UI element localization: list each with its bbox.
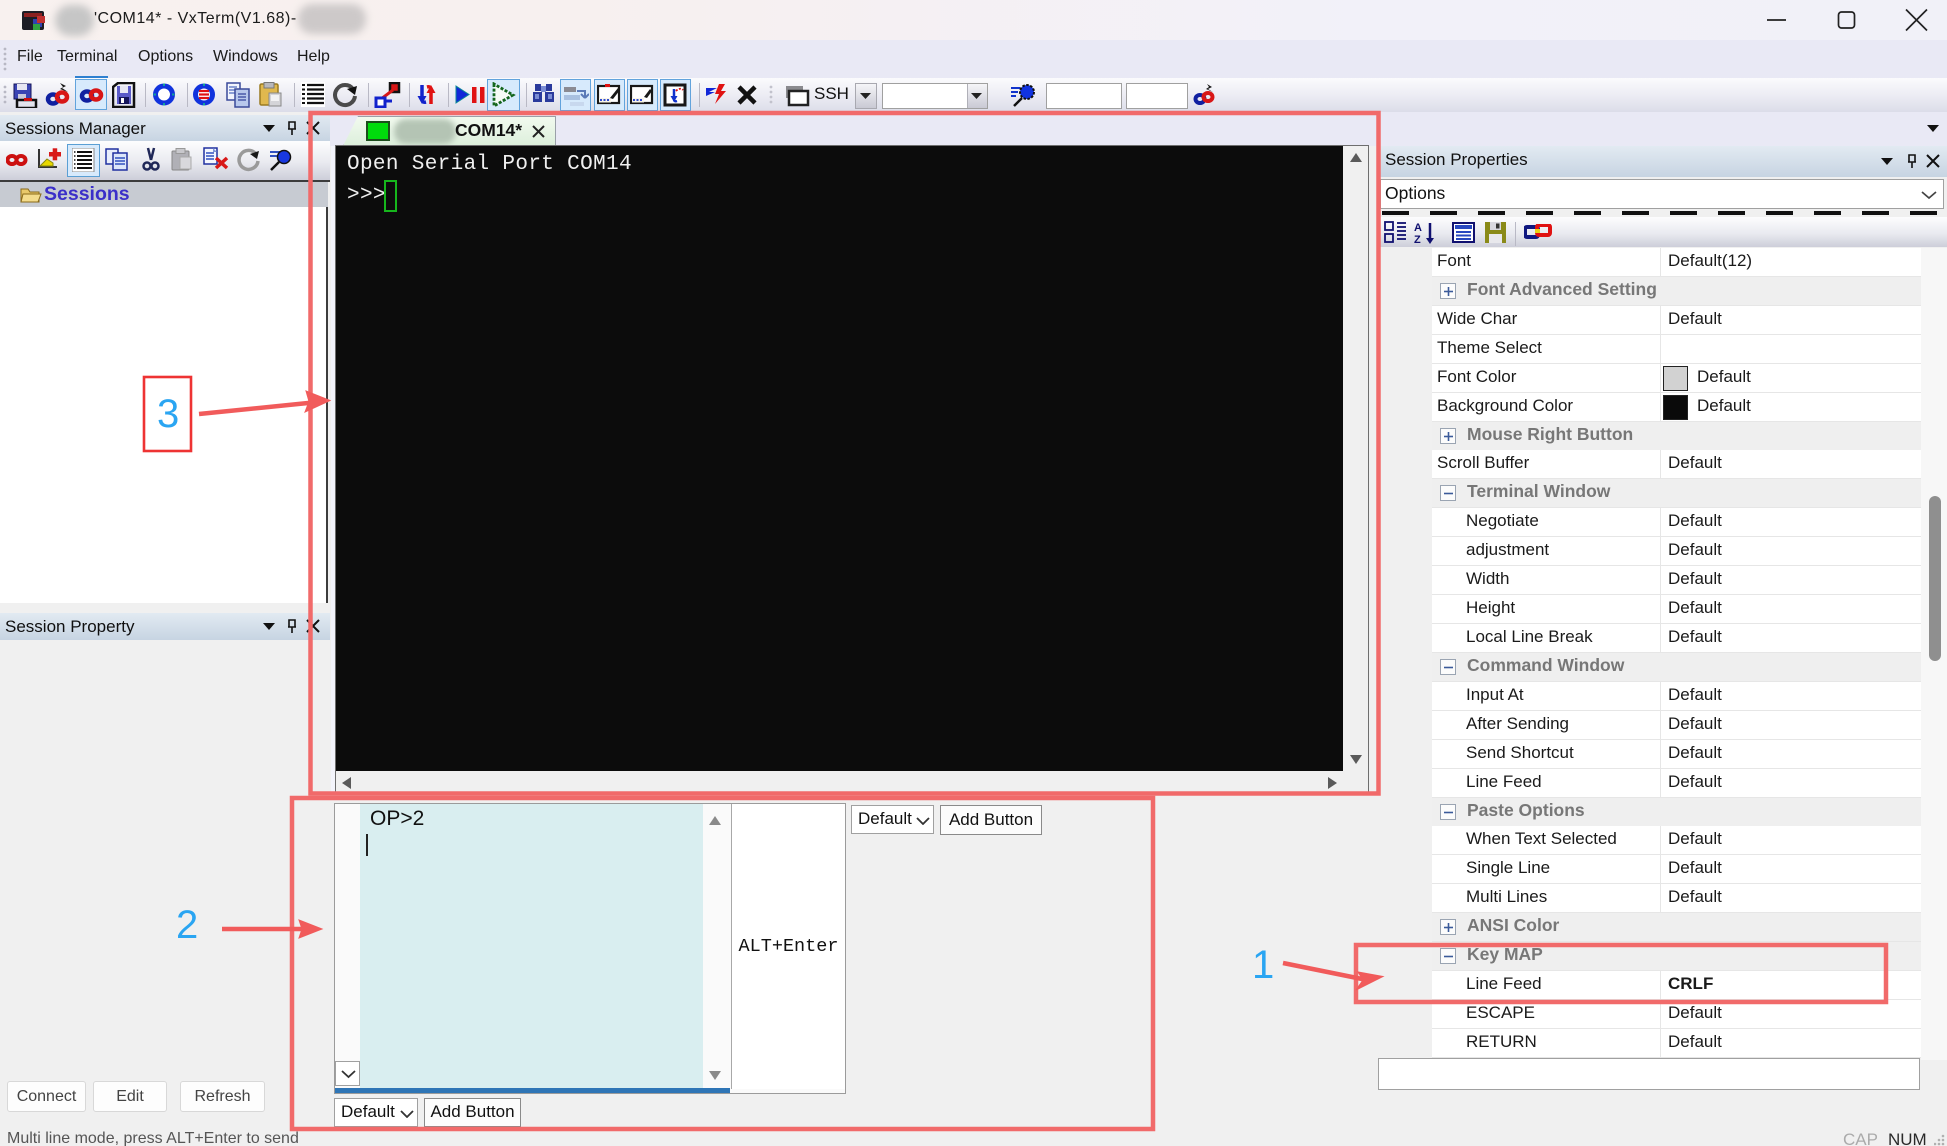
svg-text:A: A: [1414, 222, 1422, 234]
svg-text:Z: Z: [1414, 234, 1421, 244]
